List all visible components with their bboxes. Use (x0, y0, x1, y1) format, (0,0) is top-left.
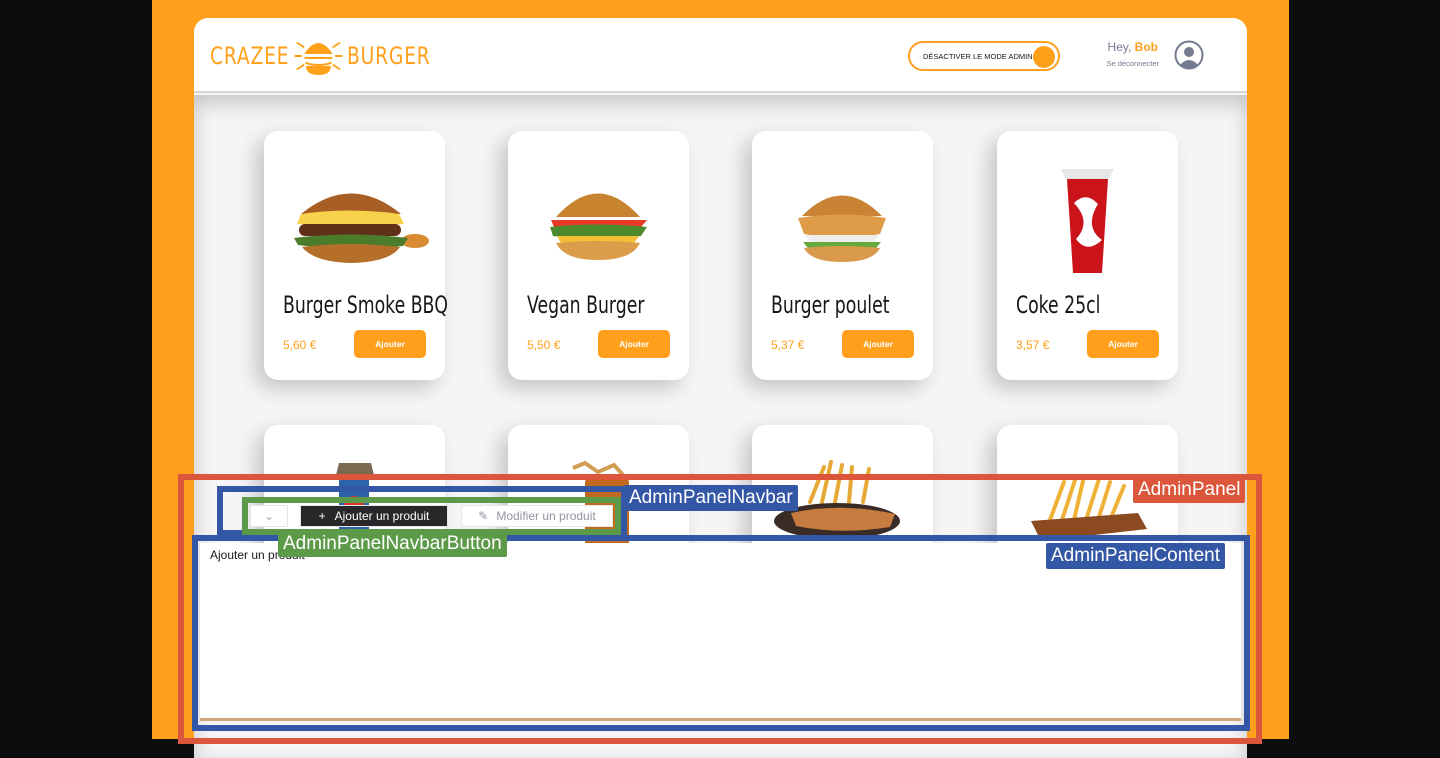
greeting: Hey, Bob (1108, 40, 1158, 54)
edit-product-tab-label: Modifier un produit (496, 509, 596, 523)
product-title: Burger Smoke BBQ (283, 291, 449, 319)
product-card: Burger poulet 5,37 € Ajouter (752, 131, 933, 380)
toggle-knob[interactable] (1033, 46, 1055, 68)
logo-text-left: CRAZEE (210, 42, 290, 70)
add-product-tab[interactable]: + Ajouter un produit (300, 505, 448, 527)
burger-logo-icon (293, 42, 343, 76)
product-price: 5,37 € (771, 338, 805, 352)
admin-toggle-label: DÉSACTIVER LE MODE ADMIN (923, 51, 1033, 61)
product-price: 5,60 € (283, 338, 317, 352)
add-to-cart-button[interactable]: Ajouter (842, 330, 914, 358)
product-card: Coke 25cl 3,57 € Ajouter (997, 131, 1178, 380)
product-card: Burger Smoke BBQ 5,60 € Ajouter (264, 131, 449, 380)
admin-panel-content: Ajouter un produit (200, 543, 1241, 721)
add-product-tab-label: Ajouter un produit (334, 509, 430, 523)
admin-panel-content-annotation-label: AdminPanelContent (1046, 543, 1225, 569)
add-to-cart-button[interactable]: Ajouter (354, 330, 426, 358)
coke-cup-image (1012, 161, 1163, 281)
add-to-cart-button[interactable]: Ajouter (598, 330, 670, 358)
add-to-cart-button[interactable]: Ajouter (1087, 330, 1159, 358)
product-price: 3,57 € (1016, 338, 1050, 352)
admin-panel-navbar-button-annotation-label: AdminPanelNavbarButton (278, 531, 507, 557)
chevron-down-icon: ⌄ (263, 509, 275, 523)
user-avatar-icon[interactable] (1174, 40, 1204, 70)
plus-icon: + (318, 509, 326, 523)
pencil-icon: ✎ (478, 509, 489, 523)
vegan-burger-image (523, 161, 674, 281)
profile: Hey, Bob Se déconnecter (1094, 38, 1204, 74)
top-navbar: CRAZEE BURGER DÉSACTIVER LE MODE ADMIN H… (194, 18, 1247, 93)
product-title: Coke 25cl (1016, 291, 1101, 319)
admin-mode-toggle[interactable]: DÉSACTIVER LE MODE ADMIN (908, 41, 1060, 71)
product-title: Burger poulet (771, 291, 890, 319)
admin-panel-annotation-label: AdminPanel (1133, 477, 1246, 503)
chicken-burger-image (767, 161, 918, 281)
greeting-prefix: Hey, (1107, 40, 1132, 54)
logo[interactable]: CRAZEE BURGER (210, 36, 431, 76)
admin-panel-navbar-annotation-label: AdminPanelNavbar (624, 485, 798, 511)
product-card: Vegan Burger 5,50 € Ajouter (508, 131, 689, 380)
edit-product-tab[interactable]: ✎ Modifier un produit (461, 505, 613, 527)
collapse-panel-tab[interactable]: ⌄ (250, 505, 288, 527)
logout-link[interactable]: Se déconnecter (1106, 59, 1159, 68)
logo-text-right: BURGER (347, 42, 431, 70)
username: Bob (1134, 40, 1158, 54)
product-price: 5,50 € (527, 338, 561, 352)
product-title: Vegan Burger (527, 291, 645, 319)
burger-bbq-image (279, 161, 430, 281)
